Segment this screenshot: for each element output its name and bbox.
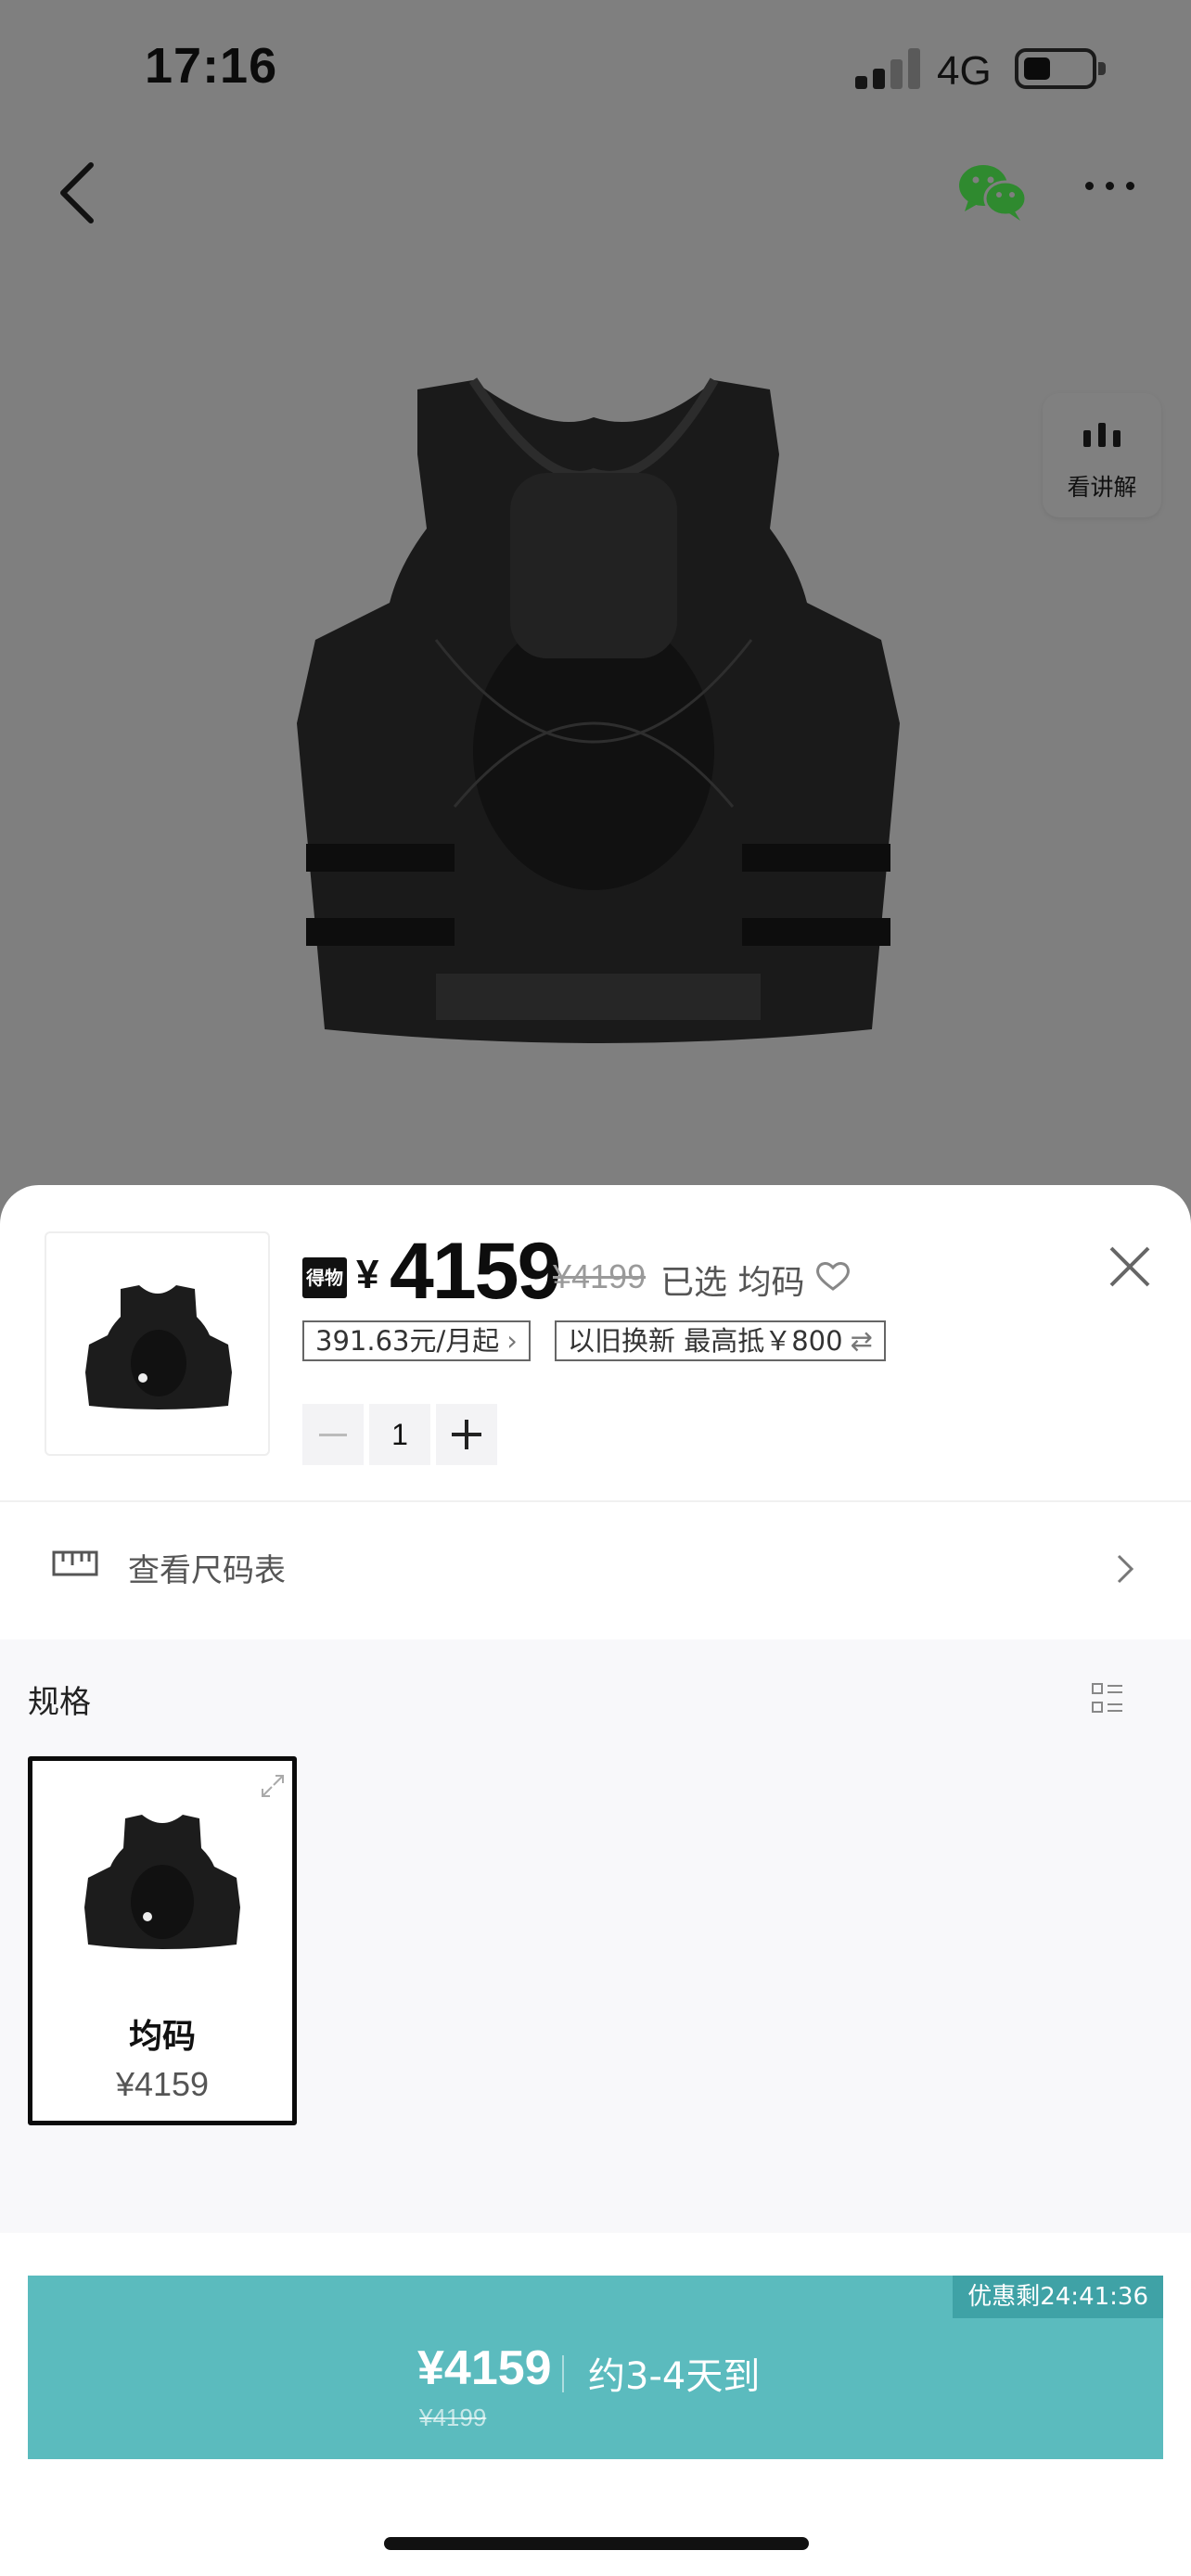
- status-time: 17:16: [145, 38, 278, 94]
- network-label: 4G: [937, 48, 992, 94]
- close-icon: [1109, 1246, 1150, 1287]
- product-hero-image[interactable]: [158, 362, 1039, 1066]
- wechat-icon: [959, 165, 1028, 221]
- quantity-value[interactable]: 1: [369, 1404, 430, 1465]
- vest-option-icon: [84, 1815, 240, 1949]
- close-button[interactable]: [1104, 1241, 1156, 1293]
- buy-original-price: ¥4199: [419, 2404, 487, 2431]
- more-button[interactable]: [1085, 182, 1141, 200]
- spec-section: 规格 均码 ¥4159: [0, 1639, 1191, 2233]
- vest-image-icon: [297, 377, 900, 1043]
- delivery-eta: 约3-4天到: [588, 2355, 761, 2398]
- wechat-share-button[interactable]: [955, 159, 1030, 224]
- tradein-text: 以旧换新 最高抵￥800: [568, 1325, 843, 1357]
- chevron-left-icon: [60, 162, 94, 223]
- plus-icon-vertical: [465, 1420, 468, 1449]
- size-chart-row[interactable]: 查看尺码表: [0, 1502, 1191, 1639]
- explain-button[interactable]: 看讲解: [1043, 393, 1161, 517]
- battery-icon: [1015, 48, 1106, 89]
- original-price: ¥4199: [553, 1257, 647, 1295]
- back-button[interactable]: [50, 156, 106, 230]
- signal-icon: [855, 46, 920, 89]
- spec-option-name: 均码: [128, 2018, 196, 2056]
- audio-bars-icon: [1080, 423, 1126, 447]
- spec-option-price: ¥4159: [115, 2065, 210, 2103]
- chevron-right-icon: [1117, 1554, 1134, 1584]
- chevron-right-icon: ›: [506, 1325, 518, 1357]
- spec-title: 规格: [28, 1684, 91, 1721]
- favorite-button[interactable]: [814, 1259, 852, 1293]
- installment-tag[interactable]: 391.63元/月起 ›: [302, 1320, 531, 1361]
- decrease-button[interactable]: [302, 1404, 364, 1465]
- swap-icon: ⇄: [850, 1325, 873, 1357]
- dewu-badge: 得物: [302, 1257, 347, 1298]
- more-dot-icon: [1106, 182, 1114, 190]
- selected-spec: 已选 均码: [660, 1264, 805, 1302]
- separator: [562, 2355, 564, 2392]
- home-indicator[interactable]: [384, 2537, 809, 2550]
- vest-thumbnail-icon: [85, 1285, 232, 1409]
- coupon-countdown: 优惠剩24:41:36: [953, 2276, 1163, 2318]
- increase-button[interactable]: [436, 1404, 497, 1465]
- currency-symbol: ¥: [356, 1252, 379, 1297]
- sku-sheet: 得物 ¥ 4159 ¥4199 已选 均码 391.63元/月起 › 以旧换新 最…: [0, 1185, 1191, 2576]
- tradein-tag[interactable]: 以旧换新 最高抵￥800 ⇄: [555, 1320, 886, 1361]
- size-chart-label: 查看尺码表: [128, 1552, 286, 1589]
- buy-price: ¥4159: [417, 2341, 552, 2395]
- minus-icon: [319, 1434, 347, 1436]
- spec-option-card[interactable]: 均码 ¥4159: [28, 1756, 297, 2125]
- explain-label: 看讲解: [1067, 474, 1137, 501]
- list-grid-icon: [1092, 1683, 1122, 1713]
- more-dot-icon: [1085, 182, 1094, 190]
- more-dot-icon: [1126, 182, 1134, 190]
- ruler-icon: [52, 1550, 98, 1576]
- heart-icon: [816, 1262, 850, 1291]
- installment-text: 391.63元/月起: [315, 1325, 500, 1357]
- product-thumbnail: [45, 1231, 270, 1456]
- buy-button[interactable]: 优惠剩24:41:36 ¥4159 ¥4199 约3-4天到: [28, 2276, 1163, 2459]
- current-price: 4159: [390, 1227, 561, 1316]
- expand-icon[interactable]: [259, 1772, 287, 1800]
- list-view-toggle[interactable]: [1091, 1680, 1124, 1717]
